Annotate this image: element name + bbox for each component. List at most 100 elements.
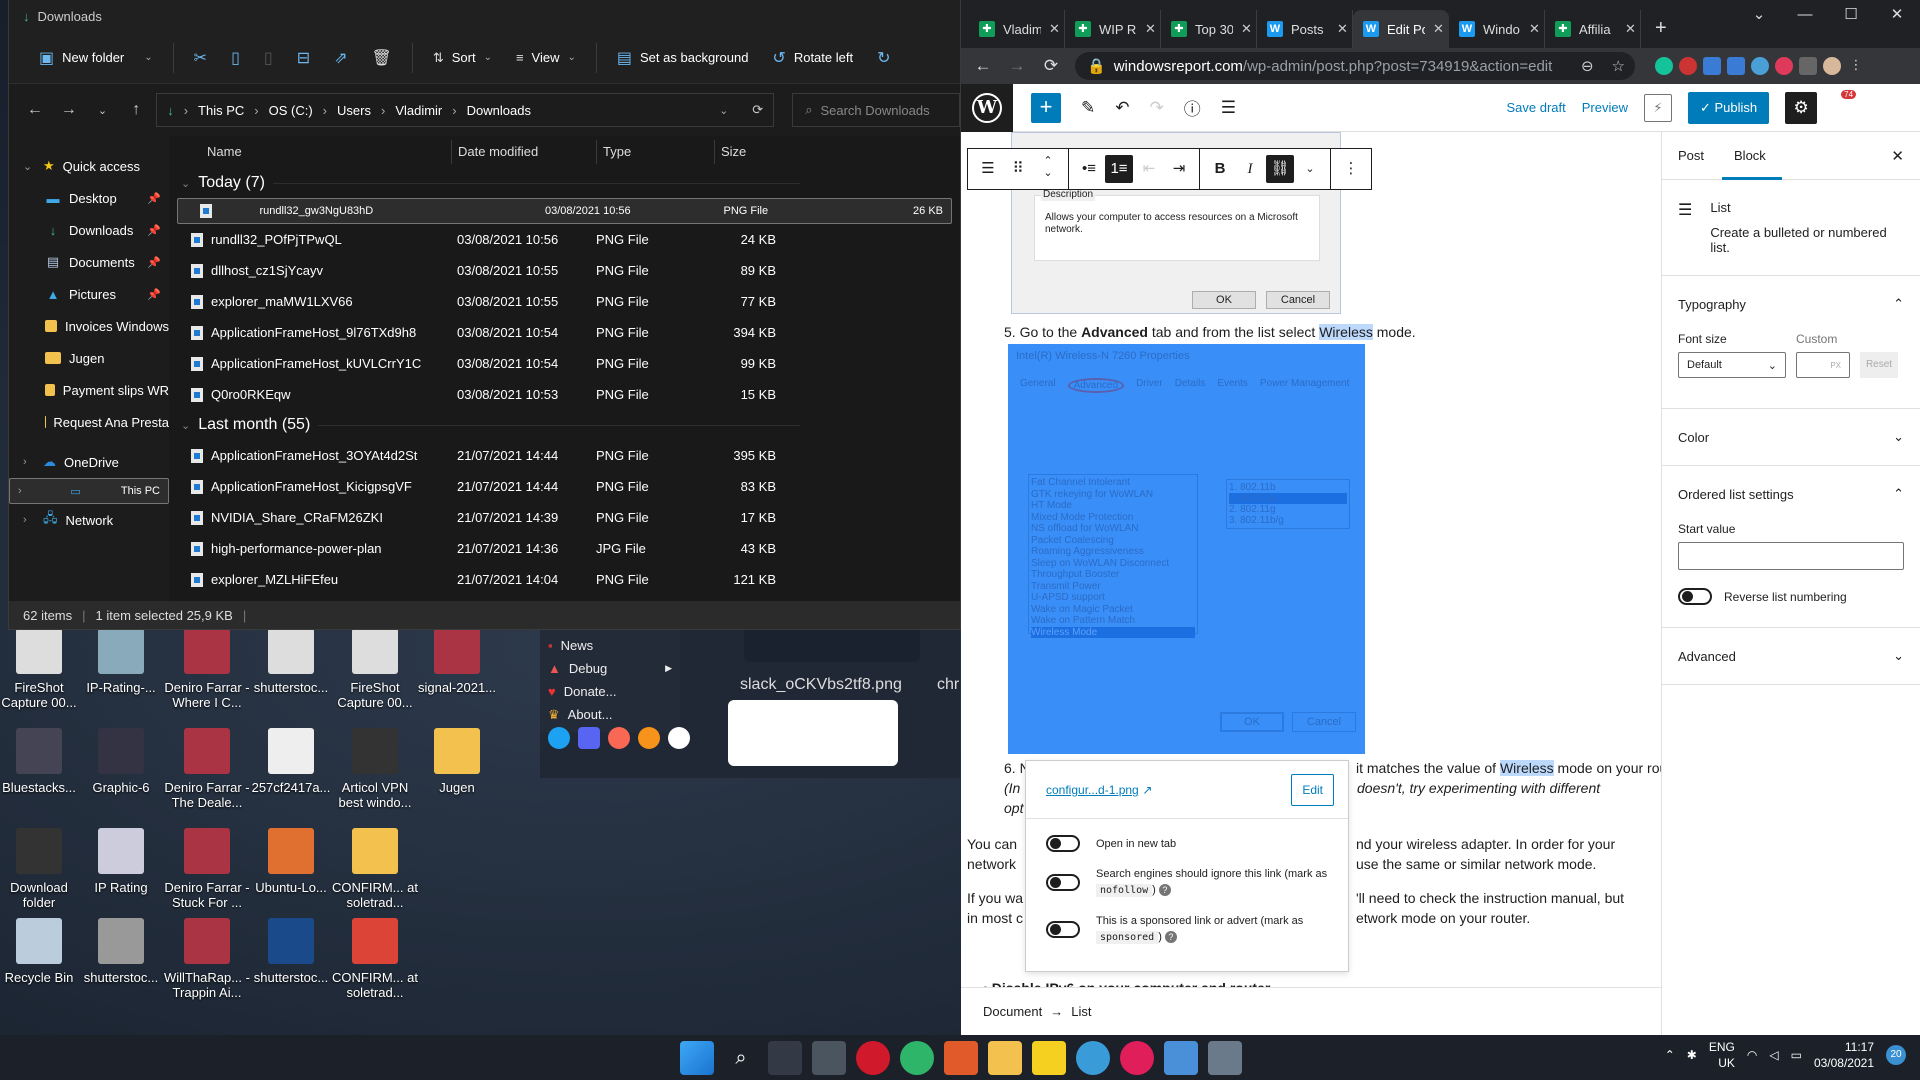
rotate-left-button[interactable]: ↺ Rotate left (762, 40, 863, 76)
forward-button[interactable]: → (55, 101, 83, 119)
sidebar-item-documents[interactable]: ▤ Documents 📌 (9, 246, 169, 278)
link-url[interactable]: configur...d-1.png (1046, 783, 1139, 797)
desktop-icon[interactable]: Deniro Farrar - Where I C... (162, 628, 252, 710)
search-icon[interactable]: ⌕ (724, 1041, 758, 1075)
file-row[interactable]: Q0ro0RKEqw 03/08/2021 10:53 PNG File 15 KB (177, 379, 952, 410)
desktop-icon[interactable]: CONFIRM... at soletrad... (330, 828, 420, 910)
grammarly-icon[interactable] (1655, 57, 1673, 75)
refresh-icon[interactable]: ⟳ (752, 102, 763, 118)
menu-item-about[interactable]: ♛ About... (540, 703, 680, 726)
volume-icon[interactable]: ◁ (1769, 1048, 1778, 1062)
language-indicator[interactable]: ENG UK (1709, 1039, 1735, 1071)
discord-icon[interactable] (578, 727, 600, 749)
undo-icon[interactable]: ↶ (1115, 98, 1129, 118)
close-tab-icon[interactable]: ✕ (1145, 21, 1156, 37)
file-row[interactable]: rundll32_gw3NgU83hD 03/08/2021 10:56 PNG F… (177, 198, 952, 224)
start-button[interactable] (680, 1041, 714, 1075)
close-tab-icon[interactable]: ✕ (1529, 21, 1540, 37)
patreon-icon[interactable] (608, 727, 630, 749)
slack-taskbar-icon[interactable] (1120, 1041, 1154, 1075)
sidebar-item-invoices-windows[interactable]: Invoices Windows (9, 310, 169, 342)
bitcoin-icon[interactable] (638, 727, 660, 749)
color-panel-toggle[interactable]: Color ⌄ (1678, 409, 1904, 465)
menu-item-debug[interactable]: ▲ Debug ▶ (540, 657, 680, 680)
close-tab-icon[interactable]: ✕ (1241, 21, 1252, 37)
list-view-icon[interactable]: ☰ (1221, 98, 1236, 118)
menu-item-donate[interactable]: ♥ Donate... (540, 680, 680, 703)
drag-handle-icon[interactable]: ⠿ (1004, 155, 1032, 183)
sidebar-item-payment-slips-wr[interactable]: Payment slips WR (9, 374, 169, 406)
tools-pencil-icon[interactable]: ✎ (1081, 98, 1095, 118)
tray-app-icon[interactable]: ✱ (1687, 1048, 1697, 1062)
browser-tab[interactable]: W Windo ✕ (1449, 10, 1545, 48)
app-taskbar-icon[interactable] (944, 1041, 978, 1075)
breadcrumb-this-pc[interactable]: This PC (198, 103, 244, 118)
sticky-notes-taskbar-icon[interactable] (1032, 1041, 1066, 1075)
file-row[interactable]: explorer_maMW1LXV66 03/08/2021 10:55 PNG F… (177, 286, 952, 317)
sidebar-item-network[interactable]: › 🖧 Network (9, 504, 169, 536)
yoast-icon[interactable]: y (1861, 99, 1870, 117)
file-row[interactable]: ApplicationFrameHost_9l76TXd9h8 03/08/202… (177, 317, 952, 348)
column-name[interactable]: Name (207, 140, 452, 164)
opera-taskbar-icon[interactable] (856, 1041, 890, 1075)
desktop-icon[interactable]: IP-Rating-... (76, 628, 166, 695)
publish-button[interactable]: ✓ Publish (1688, 91, 1770, 124)
sidebar-item-onedrive[interactable]: › ☁ OneDrive (9, 446, 169, 478)
chrome-taskbar-icon[interactable] (768, 1041, 802, 1075)
app-taskbar-icon[interactable] (1076, 1041, 1110, 1075)
reset-button[interactable]: Reset (1860, 352, 1898, 378)
browser-tab[interactable]: ✚WIP Re✕ (1065, 10, 1161, 48)
set-as-background-button[interactable]: ▤ Set as background (607, 40, 759, 76)
up-button[interactable]: ↑ (122, 101, 150, 119)
rename-button[interactable]: ⊟ (287, 40, 320, 76)
app-taskbar-icon[interactable] (1208, 1041, 1242, 1075)
desktop-icon[interactable]: shutterstoc... (246, 628, 336, 695)
browser-tab[interactable]: ✚ Top 30 ✕ (1161, 10, 1257, 48)
address-dropdown-icon[interactable]: ⌄ (719, 104, 728, 117)
close-tab-icon[interactable]: ✕ (1625, 21, 1636, 37)
delete-button[interactable]: 🗑 (362, 40, 402, 76)
breadcrumb-downloads[interactable]: Downloads (467, 103, 531, 118)
desktop-icon[interactable]: Ubuntu-Lo... (246, 828, 336, 895)
battery-icon[interactable]: ▭ (1791, 1048, 1802, 1062)
bold-icon[interactable]: B (1206, 155, 1234, 183)
puzzle-icon[interactable] (1799, 57, 1817, 75)
close-tab-icon[interactable]: ✕ (1049, 21, 1060, 37)
thumbnail-preview[interactable] (728, 700, 898, 766)
screenshot-properties-image[interactable]: Intel(R) Wireless-N 7260 Properties Gene… (1008, 344, 1365, 754)
adblock-icon[interactable] (1679, 57, 1697, 75)
indent-icon[interactable]: ⇥ (1165, 155, 1193, 183)
extension-icon[interactable] (1751, 57, 1769, 75)
nofollow-toggle[interactable] (1046, 874, 1080, 891)
desktop-icon[interactable]: Bluestacks... (0, 728, 84, 795)
clock[interactable]: 11:17 03/08/2021 (1814, 1039, 1874, 1071)
extension-icon[interactable] (1727, 57, 1745, 75)
browser-tab[interactable]: W Edit Po ✕ (1353, 10, 1449, 48)
copy-button[interactable]: ▯ (221, 40, 250, 76)
file-group-header[interactable]: ⌄ Last month (55) (169, 410, 960, 440)
desktop-icon[interactable]: 257cf2417a... (246, 728, 336, 795)
breadcrumb-users[interactable]: Users (337, 103, 371, 118)
file-row[interactable]: ApplicationFrameHost_3OYAt4d2St 21/07/202… (177, 440, 952, 471)
file-row[interactable]: dllhost_cz1SjYcayv 03/08/2021 10:55 PNG Fi… (177, 255, 952, 286)
desktop-icon[interactable]: Articol VPN best windo... (330, 728, 420, 810)
block-options-icon[interactable]: ⋮ (1337, 155, 1365, 183)
ordered-list-icon[interactable]: 1≡ (1105, 155, 1133, 183)
sidebar-item-jugen[interactable]: Jugen (9, 342, 169, 374)
show-hidden-icons[interactable]: ⌃ (1665, 1048, 1675, 1062)
extension-icon[interactable] (1775, 57, 1793, 75)
column-type[interactable]: Type (597, 140, 715, 164)
desktop-icon[interactable]: signal-2021... (412, 628, 502, 695)
desktop-icon[interactable]: CONFIRM... at soletrad... (330, 918, 420, 1000)
edge-taskbar-icon[interactable] (900, 1041, 934, 1075)
unlink-icon[interactable]: ⛓ (1266, 155, 1294, 183)
outdent-icon[interactable]: ⇤ (1135, 155, 1163, 183)
list-item-bullet[interactable]: • Disable IPv6 on your computer and rout… (983, 978, 1270, 987)
sort-button[interactable]: ⇅ Sort ⌄ (423, 40, 502, 76)
desktop-icon[interactable]: shutterstoc... (246, 918, 336, 985)
view-button[interactable]: ≡ View ⌄ (506, 40, 586, 76)
sidebar-item-pictures[interactable]: ▲ Pictures 📌 (9, 278, 169, 310)
file-row[interactable]: ApplicationFrameHost_KicigpsgVF 21/07/202… (177, 471, 952, 502)
more-options-icon[interactable]: ⋮ (1886, 98, 1902, 118)
new-folder-button[interactable]: ▣ New folder ⌄ (29, 40, 163, 76)
